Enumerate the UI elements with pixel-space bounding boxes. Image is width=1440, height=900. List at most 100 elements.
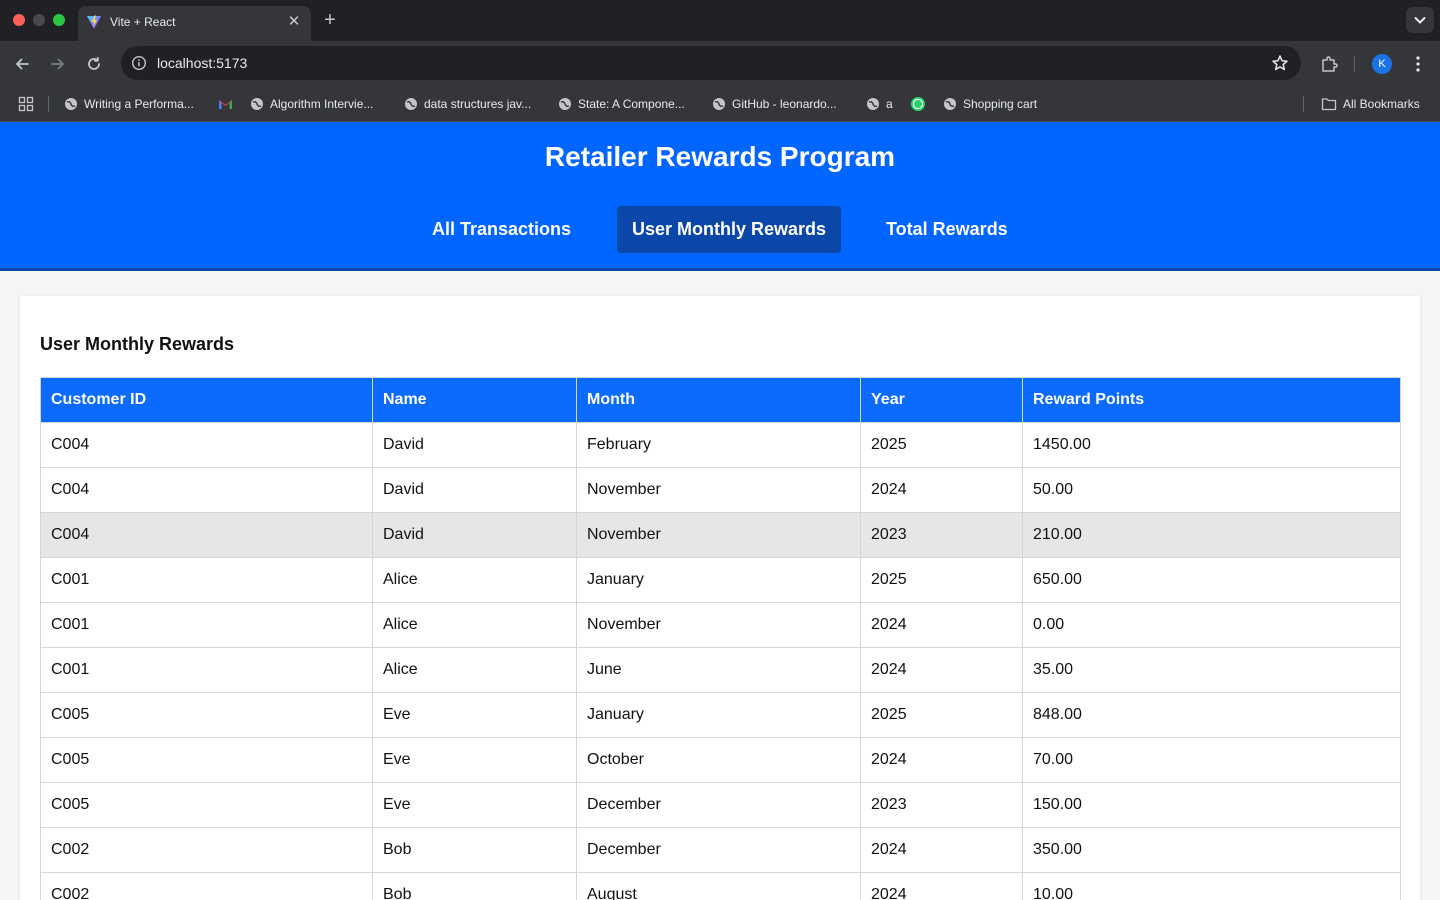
profile-avatar[interactable]: K — [1372, 54, 1392, 74]
bookmark-label: Algorithm Intervie... — [270, 97, 374, 111]
bookmark-item[interactable]: Writing a Performa... — [64, 96, 194, 112]
cell-customer-id: C002 — [40, 827, 373, 873]
extensions-button[interactable] — [1318, 53, 1340, 75]
reload-button[interactable] — [81, 51, 107, 77]
cell-year: 2023 — [860, 782, 1023, 828]
vite-logo-icon — [87, 15, 101, 29]
cell-name: Eve — [372, 737, 577, 783]
bookmarks-divider — [48, 96, 49, 112]
cell-customer-id: C005 — [40, 782, 373, 828]
cell-reward-points: 150.00 — [1022, 782, 1401, 828]
site-info-icon[interactable] — [129, 53, 149, 73]
more-vert-icon — [1416, 56, 1420, 72]
bookmark-item[interactable]: State: A Compone... — [558, 96, 685, 112]
cell-month: November — [576, 602, 861, 648]
cell-reward-points: 70.00 — [1022, 737, 1401, 783]
cell-name: Bob — [372, 827, 577, 873]
cell-year: 2024 — [860, 737, 1023, 783]
bookmark-label: GitHub - leonardo... — [732, 97, 837, 111]
cell-month: February — [576, 422, 861, 468]
globe-icon — [713, 98, 725, 110]
tab-search-button[interactable] — [1406, 7, 1434, 33]
apps-grid-icon — [18, 96, 34, 112]
cell-customer-id: C001 — [40, 557, 373, 603]
bookmark-label: Writing a Performa... — [84, 97, 194, 111]
folder-icon — [1321, 98, 1337, 111]
tab-user-monthly-rewards[interactable]: User Monthly Rewards — [617, 206, 842, 253]
tab-all-transactions[interactable]: All Transactions — [417, 206, 586, 253]
column-header-year: Year — [860, 377, 1023, 423]
table-row: C005 Eve December 2023 150.00 — [40, 782, 1401, 828]
cell-name: Alice — [372, 602, 577, 648]
table-row: C001 Alice January 2025 650.00 — [40, 557, 1401, 603]
cell-reward-points: 848.00 — [1022, 692, 1401, 738]
cell-reward-points: 35.00 — [1022, 647, 1401, 693]
cell-reward-points: 650.00 — [1022, 557, 1401, 603]
bookmark-item[interactable] — [218, 96, 233, 112]
browser-menu-button[interactable] — [1407, 53, 1429, 75]
table-row: C001 Alice November 2024 0.00 — [40, 602, 1401, 648]
bookmark-star-icon[interactable] — [1271, 54, 1289, 72]
whatsapp-icon — [911, 97, 925, 111]
forward-button[interactable] — [45, 51, 71, 77]
cell-customer-id: C004 — [40, 467, 373, 513]
bookmark-label: data structures jav... — [424, 97, 532, 111]
browser-toolbar: localhost:5173 K — [0, 41, 1440, 86]
cell-customer-id: C004 — [40, 422, 373, 468]
cell-name: David — [372, 512, 577, 558]
globe-icon — [559, 98, 571, 110]
arrow-right-icon — [51, 58, 64, 70]
cell-reward-points: 0.00 — [1022, 602, 1401, 648]
app-header: Retailer Rewards Program All Transaction… — [0, 122, 1440, 271]
close-tab-icon[interactable]: ✕ — [285, 13, 303, 31]
user-monthly-rewards-table: Customer ID Name Month Year Reward Point… — [40, 377, 1401, 900]
new-tab-button[interactable]: + — [320, 9, 340, 31]
section-title: User Monthly Rewards — [40, 334, 235, 354]
all-bookmarks-button[interactable]: All Bookmarks — [1321, 96, 1420, 112]
cell-customer-id: C002 — [40, 872, 373, 900]
table-header-row: Customer ID Name Month Year Reward Point… — [40, 377, 1401, 423]
close-window-button[interactable] — [13, 14, 25, 26]
cell-month: December — [576, 827, 861, 873]
table-row: C004 David November 2024 50.00 — [40, 467, 1401, 513]
column-header-month: Month — [576, 377, 861, 423]
bookmark-item[interactable]: a — [866, 96, 893, 112]
bookmark-item[interactable]: Algorithm Intervie... — [250, 96, 373, 112]
bookmark-item[interactable]: Shopping cart — [943, 96, 1037, 112]
cell-month: October — [576, 737, 861, 783]
cell-month: January — [576, 557, 861, 603]
cell-name: Alice — [372, 647, 577, 693]
cell-year: 2025 — [860, 692, 1023, 738]
all-bookmarks-label: All Bookmarks — [1343, 97, 1420, 111]
cell-year: 2024 — [860, 647, 1023, 693]
minimize-window-button[interactable] — [33, 14, 45, 26]
cell-reward-points: 1450.00 — [1022, 422, 1401, 468]
cell-month: December — [576, 782, 861, 828]
bookmark-label: Shopping cart — [963, 97, 1038, 111]
reload-icon — [88, 56, 100, 70]
cell-customer-id: C004 — [40, 512, 373, 558]
table-row-hovered: C004 David November 2023 210.00 — [40, 512, 1401, 558]
bookmark-item[interactable]: data structures jav... — [404, 96, 531, 112]
cell-reward-points: 350.00 — [1022, 827, 1401, 873]
cell-customer-id: C005 — [40, 737, 373, 783]
cell-month: June — [576, 647, 861, 693]
cell-year: 2024 — [860, 827, 1023, 873]
url-text[interactable]: localhost:5173 — [157, 55, 247, 71]
table-row: C002 Bob August 2024 10.00 — [40, 872, 1401, 900]
apps-button[interactable] — [18, 96, 34, 112]
bookmark-item[interactable] — [910, 96, 926, 112]
browser-tabstrip: Vite + React ✕ + — [0, 0, 1440, 41]
cell-reward-points: 10.00 — [1022, 872, 1401, 900]
cell-year: 2024 — [860, 872, 1023, 900]
back-button[interactable] — [9, 51, 35, 77]
globe-icon — [867, 98, 879, 110]
cell-customer-id: C001 — [40, 602, 373, 648]
maximize-window-button[interactable] — [53, 14, 65, 26]
bookmark-item[interactable]: GitHub - leonardo... — [712, 96, 837, 112]
cell-name: Bob — [372, 872, 577, 900]
app-title: Retailer Rewards Program — [544, 141, 896, 172]
address-bar[interactable]: localhost:5173 — [121, 46, 1301, 80]
browser-tab[interactable]: Vite + React ✕ — [78, 6, 311, 41]
tab-total-rewards[interactable]: Total Rewards — [871, 206, 1023, 253]
